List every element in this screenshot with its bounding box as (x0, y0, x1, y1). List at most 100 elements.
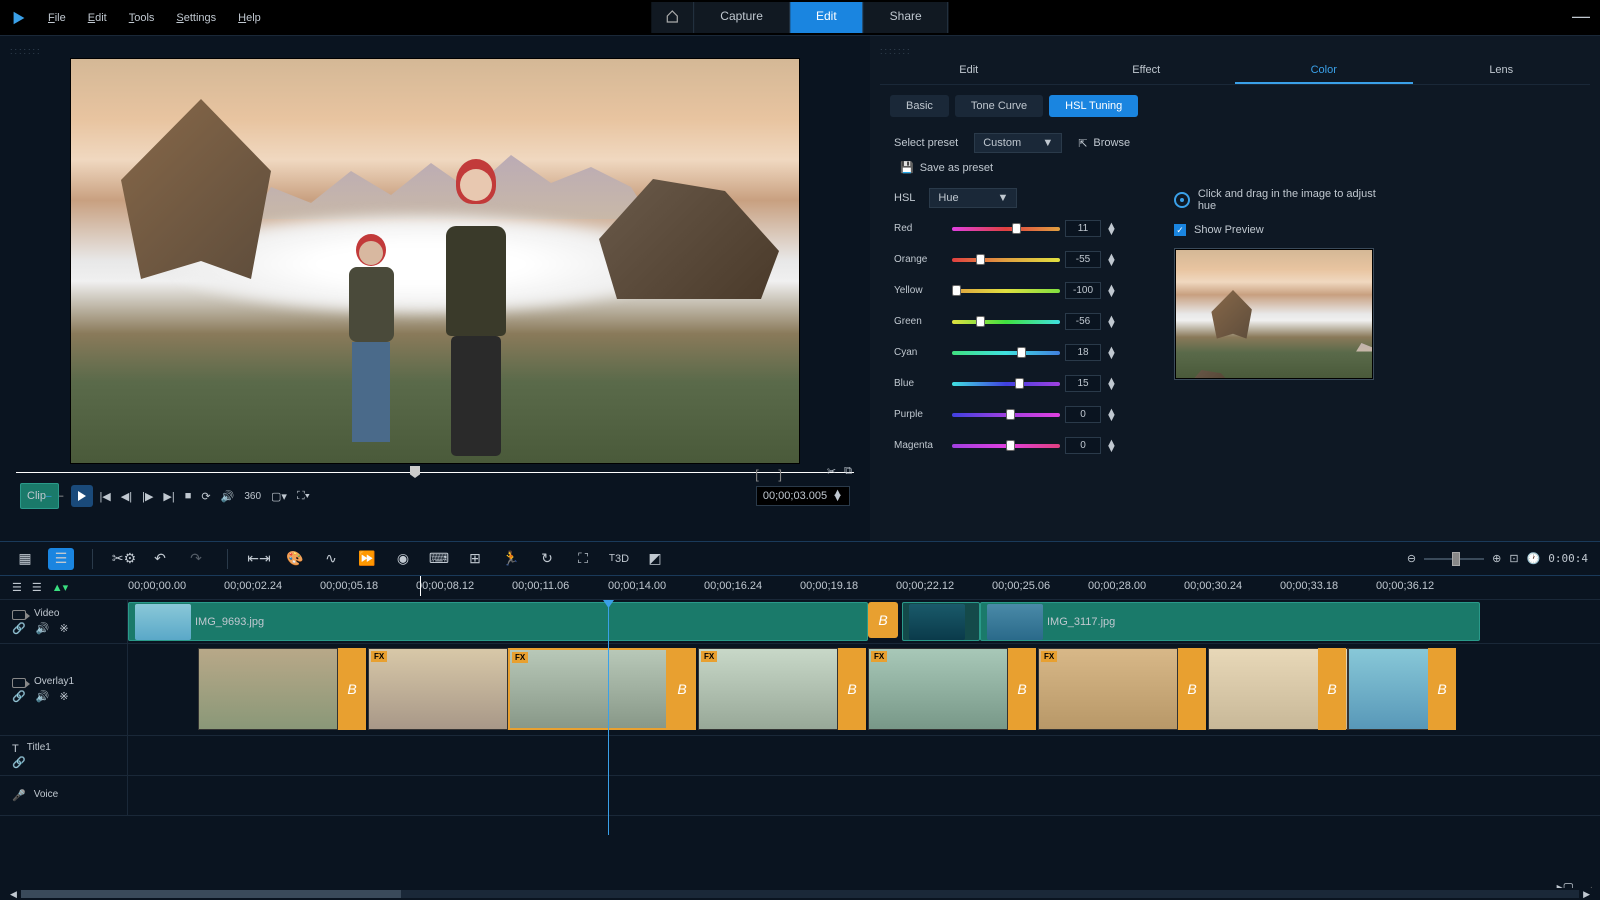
slider-magenta[interactable] (952, 444, 1060, 448)
slider-orange[interactable] (952, 258, 1060, 262)
scrub-handle[interactable] (410, 466, 420, 478)
grid-button[interactable]: ⊞ (462, 548, 488, 570)
color-button[interactable]: 🎨 (282, 548, 308, 570)
panel-tab-lens[interactable]: Lens (1413, 58, 1591, 84)
hsl-mode-dropdown[interactable]: Hue▼ (929, 188, 1017, 208)
subtab-tone-curve[interactable]: Tone Curve (955, 95, 1043, 117)
split-icon[interactable]: ✂ (827, 465, 836, 478)
trim-button[interactable]: ⇤⇥ (246, 548, 272, 570)
transition-badge[interactable]: B (838, 648, 866, 730)
slider-value-purple[interactable]: 0 (1065, 406, 1101, 423)
slider-purple[interactable] (952, 413, 1060, 417)
stabilize-button[interactable]: ↻ (534, 548, 560, 570)
go-end-icon[interactable]: ▶| (163, 490, 174, 503)
go-start-icon[interactable]: |◀ (99, 490, 110, 503)
slider-value-magenta[interactable]: 0 (1065, 437, 1101, 454)
slider-red[interactable] (952, 227, 1060, 231)
slider-green[interactable] (952, 320, 1060, 324)
transition-badge[interactable]: B (1178, 648, 1206, 730)
timecode-display[interactable]: 00;00;03.005 ▲▼ (756, 486, 850, 506)
scroll-left-icon[interactable]: ◀ (10, 889, 17, 900)
redo-button[interactable]: ↷ (183, 548, 209, 570)
minimize-icon[interactable]: — (1572, 6, 1590, 27)
transition-badge[interactable]: B (338, 648, 366, 730)
zoom-in-icon[interactable]: ⊕ (1492, 552, 1501, 565)
subtab-basic[interactable]: Basic (890, 95, 949, 117)
pane-grip[interactable]: ::::::: (880, 44, 1590, 58)
fit-icon[interactable]: ⊡ (1509, 552, 1518, 565)
loop-icon[interactable]: ⟳ (201, 490, 210, 503)
track-menu2-icon[interactable]: ☰ (32, 581, 42, 594)
stop-icon[interactable]: ■ (185, 490, 192, 502)
panel-tab-effect[interactable]: Effect (1058, 58, 1236, 84)
h-scrollbar[interactable] (21, 890, 1579, 898)
link-icon[interactable]: 🔗 (12, 622, 26, 635)
subtab-hsl[interactable]: HSL Tuning (1049, 95, 1138, 117)
track-menu-icon[interactable]: ☰ (12, 581, 22, 594)
slider-value-red[interactable]: 11 (1065, 220, 1101, 237)
storyboard-view-button[interactable]: ▦ (12, 548, 38, 570)
slider-value-orange[interactable]: -55 (1065, 251, 1101, 268)
play-button[interactable] (71, 485, 93, 507)
slider-value-green[interactable]: -56 (1065, 313, 1101, 330)
preview-scrubber[interactable]: [ ] ✂ ⧉ (10, 472, 860, 473)
menu-tools[interactable]: Tools (129, 12, 155, 24)
3d-button[interactable]: T3D (606, 548, 632, 570)
screen-options-icon[interactable]: ⛶▾ (297, 490, 310, 503)
360-icon[interactable]: 360 (244, 491, 261, 502)
crop-button[interactable]: ⛶ (570, 548, 596, 570)
playhead[interactable] (608, 600, 609, 835)
track-add-icon[interactable]: ▲▾ (52, 581, 68, 594)
transition-badge[interactable]: B (1428, 648, 1456, 730)
link-icon[interactable]: 🔗 (12, 690, 26, 703)
mode-home[interactable] (651, 2, 694, 33)
overlay-clip[interactable]: FX (508, 648, 668, 730)
preset-dropdown[interactable]: Custom▼ (974, 133, 1062, 153)
scroll-right-icon[interactable]: ▶ (1583, 889, 1590, 900)
marker[interactable] (420, 576, 421, 596)
mask-button[interactable]: ◩ (642, 548, 668, 570)
volume-icon[interactable]: 🔊 (221, 490, 235, 503)
stepper-down-icon[interactable]: ▼ (1106, 291, 1117, 297)
tools-button[interactable]: ✂⚙ (111, 548, 137, 570)
fx-icon[interactable]: ※ (59, 622, 68, 635)
track-head-voice[interactable]: 🎤Voice (0, 776, 128, 815)
display-options-icon[interactable]: ▢▾ (271, 490, 287, 503)
mute-icon[interactable]: 🔊 (36, 622, 50, 635)
stepper-down-icon[interactable]: ▼ (1106, 322, 1117, 328)
slider-blue[interactable] (952, 382, 1060, 386)
drag-adjust-tool[interactable]: Click and drag in the image to adjust hu… (1174, 188, 1394, 212)
overlay-clip[interactable]: FX (868, 648, 1008, 730)
overlay-clip[interactable]: FX (1038, 648, 1178, 730)
stepper-down-icon[interactable]: ▼ (1106, 446, 1117, 452)
panel-tab-color[interactable]: Color (1235, 58, 1413, 84)
speed-button[interactable]: ⏩ (354, 548, 380, 570)
stepper-down-icon[interactable]: ▼ (1106, 229, 1117, 235)
show-preview-checkbox[interactable]: ✓ Show Preview (1174, 224, 1394, 236)
slider-value-blue[interactable]: 15 (1065, 375, 1101, 392)
overlay-clip[interactable] (198, 648, 338, 730)
stepper-down-icon[interactable]: ▼ (1106, 260, 1117, 266)
track-head-title[interactable]: TTitle1 🔗 (0, 736, 128, 775)
prev-frame-icon[interactable]: ◀| (121, 490, 132, 503)
slider-value-cyan[interactable]: 18 (1065, 344, 1101, 361)
zoom-out-icon[interactable]: ⊖ (1407, 552, 1416, 565)
menu-file[interactable]: FFileile (48, 12, 66, 24)
stepper-down-icon[interactable]: ▼ (1106, 353, 1117, 359)
timeline-view-button[interactable]: ☰ (48, 548, 74, 570)
menu-edit[interactable]: Edit (88, 12, 107, 24)
fx-icon[interactable]: ※ (59, 690, 68, 703)
undo-button[interactable]: ↶ (147, 548, 173, 570)
clock-icon[interactable]: 🕐 (1527, 552, 1541, 565)
save-preset[interactable]: 💾Save as preset (880, 157, 1590, 178)
transition-badge[interactable]: B (1008, 648, 1036, 730)
transition-badge[interactable]: B (668, 648, 696, 730)
pane-grip[interactable]: ::::::: (10, 44, 860, 58)
video-clip[interactable]: IMG_9693.jpg (128, 602, 868, 641)
trim-brackets[interactable]: [ ] (755, 467, 790, 482)
slider-yellow[interactable] (952, 289, 1060, 293)
stepper-down-icon[interactable]: ▼ (1106, 384, 1117, 390)
mute-icon[interactable]: 🔊 (36, 690, 50, 703)
panel-tab-edit[interactable]: Edit (880, 58, 1058, 84)
mode-edit[interactable]: Edit (790, 2, 864, 33)
